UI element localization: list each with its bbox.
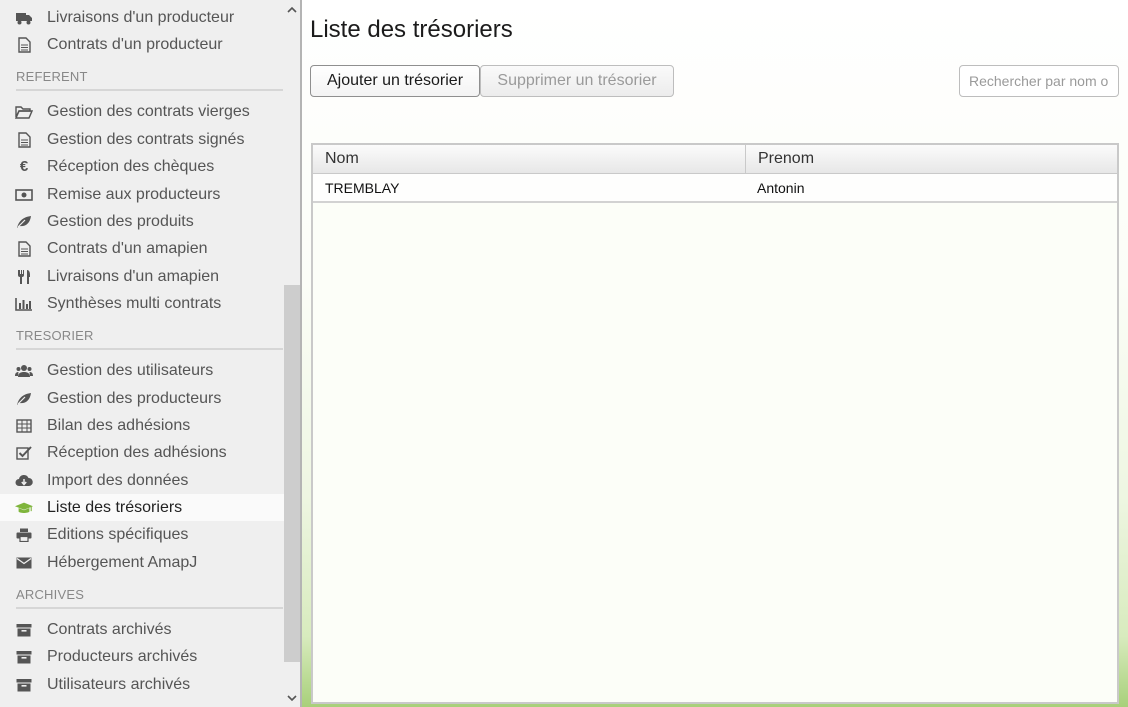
print-icon [15,527,33,543]
sidebar-item-gestion-producteurs[interactable]: Gestion des producteurs [0,385,284,412]
sidebar-item-label: Réception des adhésions [47,443,227,461]
sidebar-item-import-donnees[interactable]: Import des données [0,467,284,494]
delete-tresorier-button[interactable]: Supprimer un trésorier [480,65,674,97]
sidebar-item-syntheses[interactable]: Synthèses multi contrats [0,290,284,317]
euro-icon: € [19,158,29,175]
sidebar-item-contrats-signes[interactable]: Gestion des contrats signés [0,126,284,153]
sidebar: Livraisons d'un producteur Contrats d'un… [0,0,300,707]
sidebar-item-label: Hébergement AmapJ [47,553,198,571]
graduation-cap-icon [15,500,33,516]
scroll-down-arrow-icon[interactable] [284,689,300,707]
archive-icon [15,677,33,693]
sidebar-item-livraisons-producteur[interactable]: Livraisons d'un producteur [0,4,284,31]
sidebar-item-reception-cheques[interactable]: € Réception des chèques [0,153,284,180]
archive-icon [15,622,33,638]
scroll-up-arrow-icon[interactable] [284,0,300,18]
archive-icon [15,649,33,665]
sidebar-item-contrats-vierges[interactable]: Gestion des contrats vierges [0,98,284,125]
file-icon [15,240,33,257]
sidebar-item-contrats-producteur[interactable]: Contrats d'un producteur [0,31,284,58]
sidebar-item-bilan-adhesions[interactable]: Bilan des adhésions [0,412,284,439]
sidebar-item-label: Remise aux producteurs [47,185,221,203]
sidebar-item-editions-specifiques[interactable]: Editions spécifiques [0,521,284,548]
cell-prenom: Antonin [757,179,805,196]
leaf-icon [15,391,33,407]
sidebar-item-utilisateurs-archives[interactable]: Utilisateurs archivés [0,671,284,698]
sidebar-item-gestion-utilisateurs[interactable]: Gestion des utilisateurs [0,357,284,384]
sidebar-item-label: Livraisons d'un amapien [47,267,220,285]
sidebar-item-label: Editions spécifiques [47,525,189,543]
search-input[interactable] [959,65,1119,97]
column-header-nom[interactable]: Nom [313,145,746,173]
page-title: Liste des trésoriers [310,16,513,43]
check-square-icon [15,445,33,461]
sidebar-item-label: Gestion des producteurs [47,389,222,407]
section-title-referent: REFERENT [16,69,283,91]
sidebar-item-livraisons-amapien[interactable]: Livraisons d'un amapien [0,263,284,290]
cell-nom: TREMBLAY [325,179,400,196]
money-icon [15,187,33,203]
sidebar-item-label: Import des données [47,471,189,489]
sidebar-item-label: Utilisateurs archivés [47,675,191,693]
sidebar-item-contrats-amapien[interactable]: Contrats d'un amapien [0,235,284,262]
sidebar-item-label: Gestion des produits [47,212,194,230]
sidebar-item-label: Liste des trésoriers [47,498,183,516]
sidebar-item-label: Bilan des adhésions [47,416,191,434]
table-header: Nom Prenom [313,145,1117,174]
sidebar-item-contrats-archives[interactable]: Contrats archivés [0,616,284,643]
sidebar-scrollbar-thumb[interactable] [284,285,300,662]
table-icon [15,418,33,434]
sidebar-item-gestion-produits[interactable]: Gestion des produits [0,208,284,235]
sidebar-item-label: Gestion des contrats vierges [47,102,250,120]
users-icon [15,363,33,379]
truck-icon [15,10,33,26]
cutlery-icon [15,269,33,285]
sidebar-item-label: Gestion des utilisateurs [47,361,214,379]
file-icon [15,131,33,148]
sidebar-item-label: Gestion des contrats signés [47,130,245,148]
file-icon [15,36,33,53]
tresoriers-table: Nom Prenom TREMBLAY Antonin [311,143,1119,704]
bar-chart-icon [15,296,33,312]
sidebar-item-hebergement[interactable]: Hébergement AmapJ [0,549,284,576]
sidebar-item-liste-tresoriers[interactable]: Liste des trésoriers [0,494,284,521]
sidebar-item-label: Contrats d'un amapien [47,239,208,257]
sidebar-item-label: Livraisons d'un producteur [47,8,235,26]
sidebar-item-producteurs-archives[interactable]: Producteurs archivés [0,643,284,670]
cloud-download-icon [15,473,33,489]
sidebar-item-label: Contrats archivés [47,620,172,638]
envelope-icon [15,555,33,571]
main-panel: Liste des trésoriers Ajouter un trésorie… [302,0,1128,707]
sidebar-item-remise-producteurs[interactable]: Remise aux producteurs [0,181,284,208]
sidebar-item-reception-adhesions[interactable]: Réception des adhésions [0,439,284,466]
sidebar-item-label: Réception des chèques [47,157,215,175]
sidebar-item-label: Synthèses multi contrats [47,294,222,312]
add-tresorier-button[interactable]: Ajouter un trésorier [310,65,480,97]
sidebar-item-label: Producteurs archivés [47,647,198,665]
folder-open-icon [15,104,33,120]
section-title-archives: ARCHIVES [16,587,283,609]
section-title-tresorier: TRESORIER [16,328,283,350]
table-row[interactable]: TREMBLAY Antonin [313,174,1117,203]
column-header-prenom[interactable]: Prenom [746,145,1117,173]
leaf-icon [15,214,33,230]
sidebar-item-label: Contrats d'un producteur [47,35,223,53]
